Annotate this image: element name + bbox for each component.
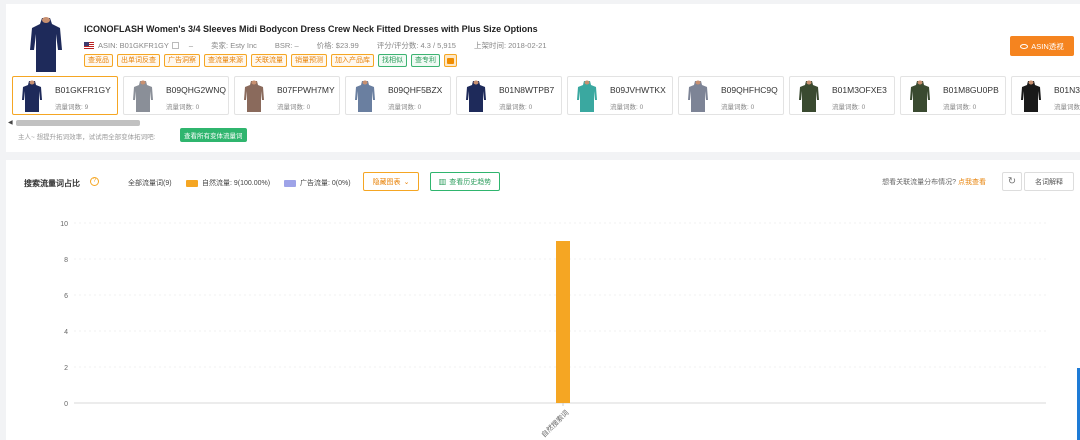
bsr-text: BSR: –: [274, 41, 299, 50]
variant-list: B01GKFR1GY 流量词数: 9 B09QHG2WNQ 流量词数: 0 B07FPW…: [12, 76, 1080, 116]
variant-keyword-count: 流量词数: 0: [610, 104, 644, 111]
price-text: 价格: $23.99: [316, 41, 359, 50]
variant-keyword-count: 流量词数: 0: [388, 104, 422, 111]
variant-keyword-count: 流量词数: 0: [832, 104, 866, 111]
variant-card[interactable]: B09JVHWTKX 流量词数: 0: [567, 76, 673, 115]
variant-asin: B09JVHWTKX: [610, 85, 666, 95]
eye-icon: [1020, 43, 1029, 49]
tag-competitors[interactable]: 查竞品: [84, 54, 113, 67]
variant-image: [22, 80, 42, 112]
product-meta: ASIN: B01GKFR1GY – 卖家: Esty Inc BSR: – 价…: [84, 40, 565, 51]
variant-keyword-count: 流量词数: 0: [499, 104, 533, 111]
y-tick-label: 8: [64, 257, 68, 264]
variant-image: [799, 80, 819, 112]
tag-add-library[interactable]: 加入产品库: [331, 54, 374, 67]
copy-icon[interactable]: [171, 42, 179, 49]
variant-card[interactable]: B07FPWH7MY 流量词数: 0: [234, 76, 340, 115]
tag-related-traffic[interactable]: 关联流量: [251, 54, 287, 67]
view-all-variants-button[interactable]: 查看所有变体流量词: [180, 128, 247, 142]
variant-card[interactable]: B01N3LF9U 流量词数: 0: [1011, 76, 1080, 115]
rating-text: 评分/评分数: 4.3 / 5,915: [376, 41, 456, 50]
variant-card[interactable]: B01M8GU0PB 流量词数: 0: [900, 76, 1006, 115]
tag-traffic-source[interactable]: 查流量来源: [204, 54, 247, 67]
us-flag-icon: [84, 42, 94, 49]
variant-keyword-count: 流量词数: 0: [943, 104, 977, 111]
variant-asin: B09QHG2WNQ: [166, 85, 226, 95]
variant-keyword-count: 流量词数: 9: [55, 104, 89, 111]
variant-keyword-count: 流量词数: 0: [166, 104, 200, 111]
variant-card[interactable]: B09QHF5BZX 流量词数: 0: [345, 76, 451, 115]
seller-text: 卖家: Esty Inc: [211, 41, 257, 50]
variant-scrollbar[interactable]: ◀: [6, 119, 1080, 126]
variant-image: [577, 80, 597, 112]
tag-sales-forecast[interactable]: 销量预测: [291, 54, 327, 67]
action-tags: 查竞品 出单词反查 广告洞察 查流量来源 关联流量 销量预测 加入产品库 找相似…: [84, 54, 457, 67]
variant-image: [355, 80, 375, 112]
scroll-left-icon[interactable]: ◀: [8, 119, 13, 126]
variant-asin: B09QHF5BZX: [388, 85, 443, 95]
y-tick-label: 6: [64, 293, 68, 300]
product-image[interactable]: [28, 16, 64, 72]
variant-asin: B01GKFR1GY: [55, 85, 111, 95]
tag-find-similar[interactable]: 找相似: [378, 54, 407, 67]
variant-card[interactable]: B01GKFR1GY 流量词数: 9: [12, 76, 118, 115]
y-tick-label: 2: [64, 365, 68, 372]
calendar-icon[interactable]: [444, 54, 457, 67]
variant-keyword-count: 流量词数: 0: [1054, 104, 1080, 111]
scroll-thumb[interactable]: [16, 120, 140, 126]
variant-image: [910, 80, 930, 112]
variant-card[interactable]: B01M3OFXE3 流量词数: 0: [789, 76, 895, 115]
variant-asin: B01M8GU0PB: [943, 85, 999, 95]
variant-keyword-count: 流量词数: 0: [721, 104, 755, 111]
chart-card: 搜索流量词占比 ? 全部流量词(9) 自然流量: 9(100.00%) 广告流量…: [6, 160, 1080, 440]
variant-image: [688, 80, 708, 112]
variant-card[interactable]: B09QHG2WNQ 流量词数: 0: [123, 76, 229, 115]
y-tick-label: 10: [60, 221, 68, 228]
hint-text: 主人~ 想提升拓词效率，试试用全部变体拓词吧:: [18, 134, 156, 141]
asin-text: ASIN: B01GKFR1GY: [98, 41, 169, 50]
dress-shape: [30, 18, 62, 72]
traffic-bar-chart: 0 2 4 6 8 10 自然搜索词: [60, 221, 1046, 439]
tag-ad-insight[interactable]: 广告洞察: [164, 54, 200, 67]
variant-image: [466, 80, 486, 112]
variant-asin: B01N8WTPB7: [499, 85, 555, 95]
x-tick-label: 自然搜索词: [539, 408, 570, 439]
page: ICONOFLASH Women's 3/4 Sleeves Midi Body…: [0, 0, 1080, 440]
y-tick-label: 0: [64, 401, 68, 408]
variant-asin: B09QHFHC9Q: [721, 85, 778, 95]
variant-keyword-count: 流量词数: 0: [277, 104, 311, 111]
bar-natural-traffic: [556, 241, 570, 403]
y-tick-label: 4: [64, 329, 68, 336]
listed-date: 上架时间: 2018-02-21: [473, 41, 547, 50]
asin-insight-button[interactable]: ASIN透视: [1010, 36, 1074, 56]
product-title[interactable]: ICONOFLASH Women's 3/4 Sleeves Midi Body…: [84, 24, 538, 34]
variant-card[interactable]: B01N8WTPB7 流量词数: 0: [456, 76, 562, 115]
variant-asin: B01M3OFXE3: [832, 85, 887, 95]
variant-image: [1021, 80, 1041, 112]
dash-text: –: [188, 41, 194, 50]
asin-insight-label: ASIN透视: [1031, 41, 1064, 51]
tag-patent[interactable]: 查专利: [411, 54, 440, 67]
variant-asin: B07FPWH7MY: [277, 85, 335, 95]
variant-asin: B01N3LF9U: [1054, 85, 1080, 95]
tag-order-keywords[interactable]: 出单词反查: [117, 54, 160, 67]
variant-card[interactable]: B09QHFHC9Q 流量词数: 0: [678, 76, 784, 115]
variant-image: [133, 80, 153, 112]
variant-image: [244, 80, 264, 112]
